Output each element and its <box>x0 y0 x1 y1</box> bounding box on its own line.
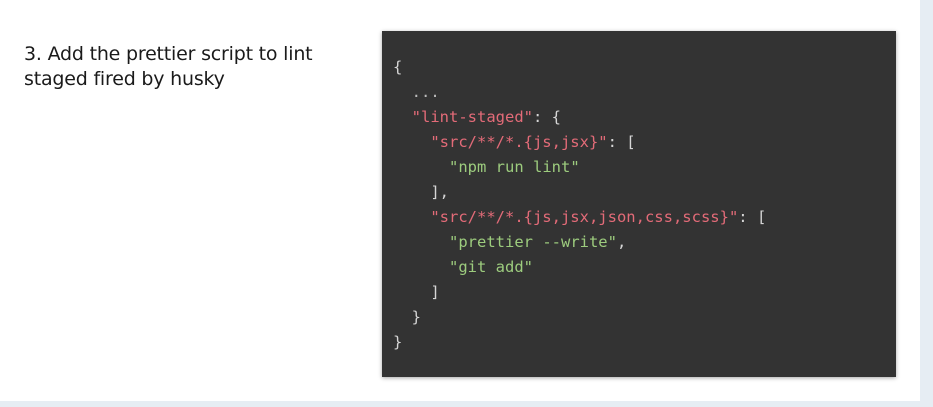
code-line: "src/**/*.{js,jsx,json,css,scss}": [ <box>393 205 766 230</box>
code-line: "lint-staged": { <box>393 105 766 130</box>
code-token-punct: } <box>393 308 421 326</box>
code-token-punct: { <box>393 58 403 76</box>
code-token-str: "git add" <box>449 258 533 276</box>
code-token-punct: , <box>616 233 627 251</box>
code-line: ... <box>393 80 766 105</box>
code-line: "git add" <box>393 255 766 280</box>
code-token-punct <box>393 108 412 126</box>
code-line: ], <box>393 180 766 205</box>
code-token-key: "src/**/*.{js,jsx}" <box>430 133 608 151</box>
code-block: { ... "lint-staged": { "src/**/*.{js,jsx… <box>382 31 896 377</box>
code-token-punct: : { <box>533 108 561 126</box>
code-line: } <box>393 305 766 330</box>
code-line: { <box>393 55 766 80</box>
code-line: "npm run lint" <box>393 155 766 180</box>
slide: 3. Add the prettier script to lint stage… <box>0 0 920 401</box>
step-instruction: 3. Add the prettier script to lint stage… <box>24 43 313 90</box>
code-token-punct: } <box>393 333 403 351</box>
code-line: } <box>393 330 766 355</box>
code-token-punct: : [ <box>607 133 636 151</box>
code-token-punct: : [ <box>738 208 767 226</box>
code-token-punct <box>393 158 449 176</box>
code-token-punct <box>393 133 430 151</box>
code-token-punct: ] <box>393 283 440 301</box>
code-token-punct <box>393 208 430 226</box>
code-token-punct <box>393 233 449 251</box>
code-line: ] <box>393 280 766 305</box>
code-content: { ... "lint-staged": { "src/**/*.{js,jsx… <box>393 55 766 355</box>
code-line: "prettier --write", <box>393 230 766 255</box>
code-token-key: "lint-staged" <box>411 108 533 126</box>
code-token-ellipsis: ... <box>393 83 440 101</box>
code-token-str: "prettier --write" <box>449 233 617 251</box>
code-token-punct: ], <box>393 183 449 201</box>
code-token-str: "npm run lint" <box>449 158 580 176</box>
code-token-key: "src/**/*.{js,jsx,json,css,scss}" <box>430 208 739 226</box>
code-line: "src/**/*.{js,jsx}": [ <box>393 130 766 155</box>
code-token-punct <box>393 258 449 276</box>
